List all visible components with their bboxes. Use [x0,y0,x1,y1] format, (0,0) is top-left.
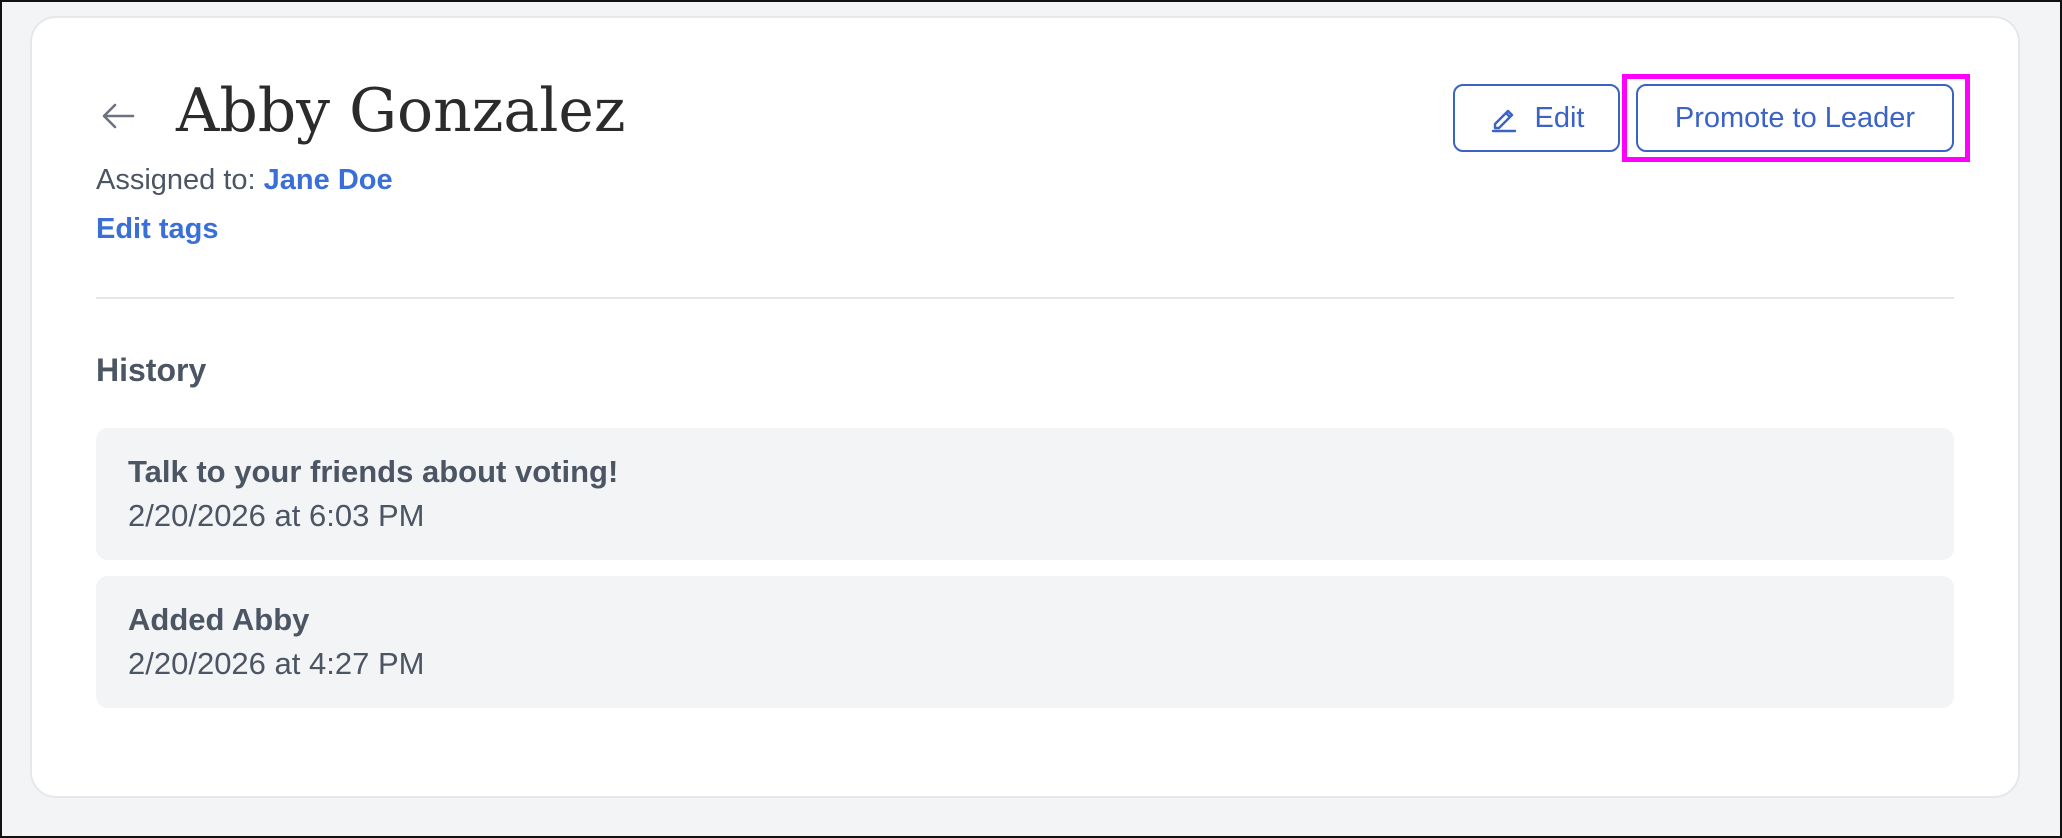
assigned-to: Assigned to: Jane Doe [96,164,393,197]
edit-button-label: Edit [1534,101,1585,134]
history-list: Talk to your friends about voting! 2/20/… [96,428,1954,724]
promote-to-leader-button[interactable]: Promote to Leader [1636,84,1954,152]
history-item-title: Added Abby [128,602,310,637]
pencil-icon [1491,109,1516,133]
assigned-user-link[interactable]: Jane Doe [264,164,393,196]
history-item: Talk to your friends about voting! 2/20/… [96,428,1954,560]
promote-button-label: Promote to Leader [1674,101,1916,134]
back-button[interactable] [96,94,140,138]
page-title: Abby Gonzalez [176,76,626,146]
arrow-left-icon [102,103,135,129]
history-item-timestamp: 2/20/2026 at 4:27 PM [128,646,425,681]
history-item: Added Abby 2/20/2026 at 4:27 PM [96,576,1954,708]
divider [96,297,1954,299]
edit-tags-link[interactable]: Edit tags [96,213,218,246]
history-heading: History [96,352,207,388]
history-item-title: Talk to your friends about voting! [128,454,619,489]
contact-card: Abby Gonzalez Assigned to: Jane Doe Edit… [30,16,2020,798]
edit-button[interactable]: Edit [1453,84,1620,152]
history-item-timestamp: 2/20/2026 at 6:03 PM [128,498,425,533]
assigned-label: Assigned to: [96,164,256,196]
